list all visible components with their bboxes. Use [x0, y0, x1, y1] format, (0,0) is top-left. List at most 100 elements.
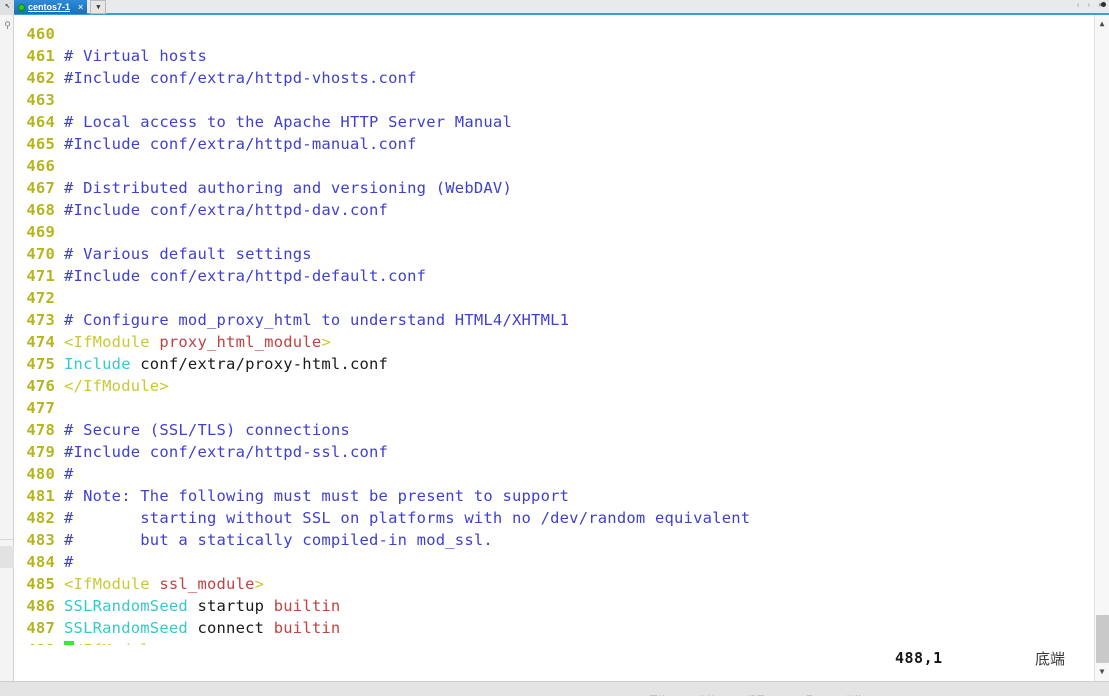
code-line[interactable]: 461 # Virtual hosts	[15, 45, 1094, 67]
line-number: 468	[26, 201, 55, 219]
code-token: builtin	[273, 619, 341, 637]
code-token: >	[321, 333, 331, 351]
tab-strip-spacer	[106, 0, 1077, 15]
next-tab-icon[interactable]: ›	[1087, 0, 1090, 9]
terminal-viewport[interactable]: 460 461 # Virtual hosts 462 #Include conf/ex…	[15, 15, 1094, 681]
vertical-scrollbar[interactable]: ▲ ▼	[1094, 2, 1109, 681]
code-line[interactable]: 478 # Secure (SSL/TLS) connections	[15, 419, 1094, 441]
line-number: 478	[26, 421, 55, 439]
code-token: <IfModule	[64, 333, 160, 351]
rail-panel-handle[interactable]	[0, 546, 14, 568]
code-line[interactable]: 462 #Include conf/extra/httpd-vhosts.conf	[15, 67, 1094, 89]
line-number: 487	[26, 619, 55, 637]
code-line[interactable]: 477	[15, 397, 1094, 419]
chevron-down-icon[interactable]: ▼	[90, 0, 107, 14]
line-number: 474	[26, 333, 55, 351]
code-line[interactable]: 463	[15, 89, 1094, 111]
session-status-dot	[18, 3, 25, 11]
cursor-position: 488,1	[895, 649, 943, 667]
code-line[interactable]: 471 #Include conf/extra/httpd-default.con…	[15, 265, 1094, 287]
scroll-up-icon[interactable]: ▲	[1095, 17, 1109, 31]
line-number: 467	[26, 179, 55, 197]
code-token: </IfModule>	[64, 377, 169, 395]
code-token: # starting without SSL on platforms with…	[64, 509, 751, 527]
code-token: connect	[187, 619, 274, 637]
code-token: #Include conf/extra/httpd-manual.conf	[64, 135, 417, 153]
rail-divider	[0, 539, 14, 540]
line-number: 465	[26, 135, 55, 153]
line-number: 472	[26, 289, 55, 307]
code-line[interactable]: 460	[15, 23, 1094, 45]
code-line[interactable]: 479 #Include conf/extra/httpd-ssl.conf	[15, 441, 1094, 463]
code-line[interactable]: 465 #Include conf/extra/httpd-manual.conf	[15, 133, 1094, 155]
line-number: 460	[26, 25, 55, 43]
cursor-arrow-icon: ↖	[4, 1, 11, 11]
scrollbar-top-dot	[1101, 2, 1106, 7]
code-token: # Configure mod_proxy_html to understand…	[64, 311, 570, 329]
code-token: proxy_html_module	[159, 333, 322, 351]
line-number: 470	[26, 245, 55, 263]
code-token: #Include conf/extra/httpd-default.conf	[64, 267, 427, 285]
line-number: 486	[26, 597, 55, 615]
code-token: #Include conf/extra/httpd-vhosts.conf	[64, 69, 417, 87]
code-token: startup	[187, 597, 274, 615]
vim-buffer[interactable]: 460 461 # Virtual hosts 462 #Include conf/ex…	[15, 23, 1094, 661]
left-tool-rail: ↖ ⚲	[0, 1, 14, 681]
code-token: ssl_module	[159, 575, 255, 593]
prev-tab-icon[interactable]: ‹	[1077, 0, 1080, 9]
code-line[interactable]: 470 # Various default settings	[15, 243, 1094, 265]
session-tab-label: centos7-1	[28, 2, 71, 12]
line-number: 473	[26, 311, 55, 329]
os-taskbar[interactable]: 图片文档设置工具网络	[0, 681, 1109, 696]
code-line[interactable]: 484 #	[15, 551, 1094, 573]
session-tab-centos7-1[interactable]: centos7-1 ×	[14, 0, 88, 14]
code-line[interactable]: 464 # Local access to the Apache HTTP Ser…	[15, 111, 1094, 133]
line-number: 475	[26, 355, 55, 373]
code-line[interactable]: 475 Include conf/extra/proxy-html.conf	[15, 353, 1094, 375]
code-line[interactable]: 473 # Configure mod_proxy_html to underst…	[15, 309, 1094, 331]
code-token: builtin	[273, 597, 341, 615]
code-token: SSLRandomSeed	[64, 619, 188, 637]
code-line[interactable]: 482 # starting without SSL on platforms w…	[15, 507, 1094, 529]
code-token: #Include conf/extra/httpd-dav.conf	[64, 201, 389, 219]
code-line[interactable]: 466	[15, 155, 1094, 177]
code-line[interactable]: 469	[15, 221, 1094, 243]
code-line[interactable]: 483 # but a statically compiled-in mod_ss…	[15, 529, 1094, 551]
scroll-down-icon[interactable]: ▼	[1095, 665, 1109, 679]
line-number: 462	[26, 69, 55, 87]
code-line[interactable]: 476 </IfModule>	[15, 375, 1094, 397]
terminal-tab-strip: centos7-1 × ▼ ‹ › ●	[0, 0, 1109, 15]
line-number: 476	[26, 377, 55, 395]
code-token: #	[64, 465, 74, 483]
scrollbar-thumb[interactable]	[1096, 615, 1109, 663]
line-number: 483	[26, 531, 55, 549]
code-token: # Local access to the Apache HTTP Server…	[64, 113, 512, 131]
code-line[interactable]: 480 #	[15, 463, 1094, 485]
code-token: # Various default settings	[64, 245, 312, 263]
code-line[interactable]: 485 <IfModule ssl_module>	[15, 573, 1094, 595]
scroll-state-label: 底端	[1035, 650, 1066, 668]
code-line[interactable]: 486 SSLRandomSeed startup builtin	[15, 595, 1094, 617]
code-token: #	[64, 553, 74, 571]
line-number: 481	[26, 487, 55, 505]
vim-status-bar: 488,1 底端	[15, 645, 1094, 673]
code-token: # Note: The following must must be prese…	[64, 487, 570, 505]
line-number: 480	[26, 465, 55, 483]
close-icon[interactable]: ×	[78, 2, 83, 12]
line-number: 463	[26, 91, 55, 109]
code-line[interactable]: 472	[15, 287, 1094, 309]
line-number: 471	[26, 267, 55, 285]
code-line[interactable]: 474 <IfModule proxy_html_module>	[15, 331, 1094, 353]
line-number: 466	[26, 157, 55, 175]
code-token: #Include conf/extra/httpd-ssl.conf	[64, 443, 389, 461]
code-line[interactable]: 487 SSLRandomSeed connect builtin	[15, 617, 1094, 639]
code-token: Include	[64, 355, 131, 373]
code-token: SSLRandomSeed	[64, 597, 188, 615]
code-line[interactable]: 468 #Include conf/extra/httpd-dav.conf	[15, 199, 1094, 221]
search-icon[interactable]: ⚲	[2, 21, 13, 32]
code-line[interactable]: 481 # Note: The following must must be pr…	[15, 485, 1094, 507]
line-number: 485	[26, 575, 55, 593]
line-number: 464	[26, 113, 55, 131]
code-token: >	[254, 575, 265, 593]
code-line[interactable]: 467 # Distributed authoring and versionin…	[15, 177, 1094, 199]
